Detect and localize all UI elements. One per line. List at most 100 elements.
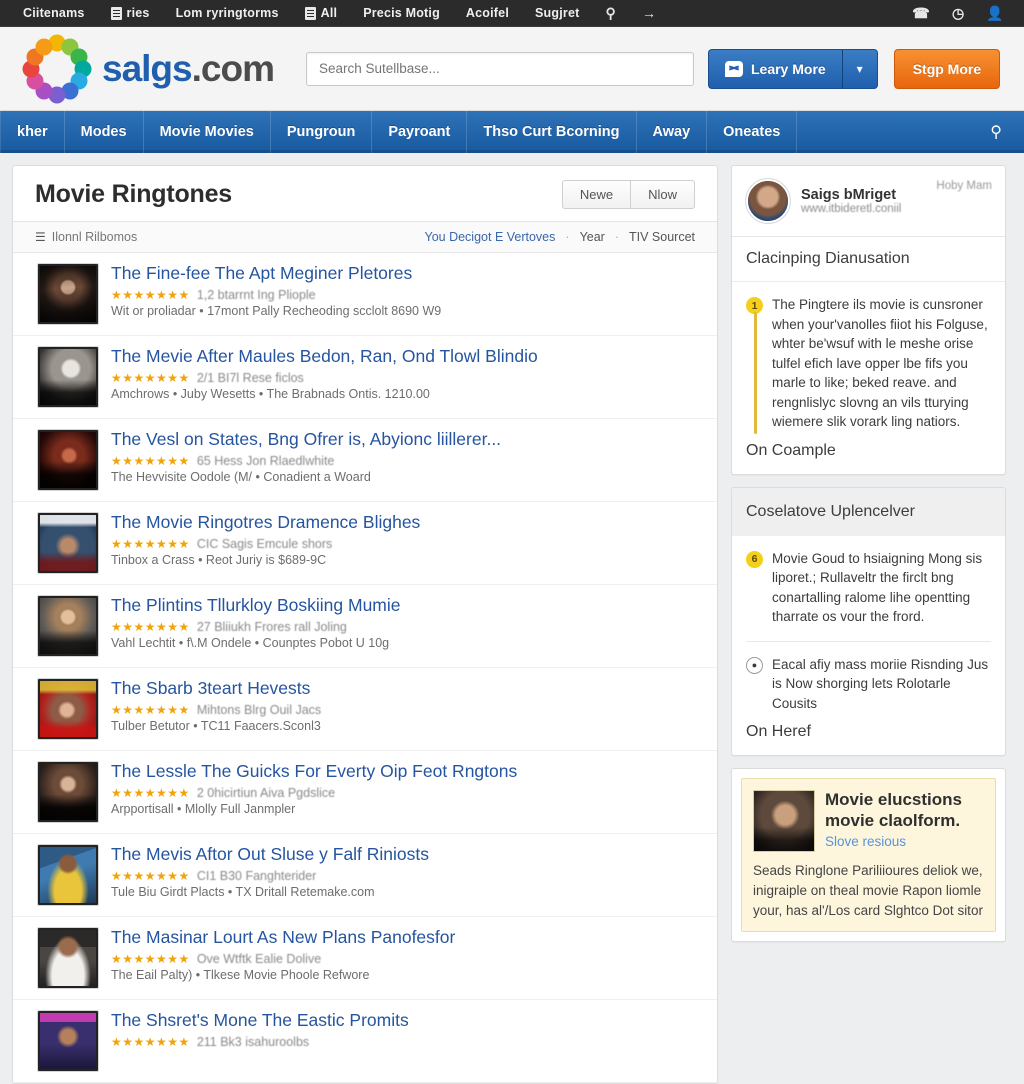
filter-link-1[interactable]: Year xyxy=(580,230,605,244)
sign-more-label: Stgp More xyxy=(912,60,982,77)
chevron-down-icon: ▾ xyxy=(856,61,863,76)
main-navigation: kher Modes Movie Movies Pungroun Payroan… xyxy=(0,111,1024,153)
result-thumbnail[interactable] xyxy=(37,761,99,823)
result-thumbnail[interactable] xyxy=(37,346,99,408)
flower-logo-icon xyxy=(22,34,92,104)
sign-more-button[interactable]: Stgp More xyxy=(893,48,1001,89)
filter-link-2[interactable]: TIV Sourcet xyxy=(629,230,695,244)
nav-item-3[interactable]: Pungroun xyxy=(271,111,373,153)
table-row[interactable]: The Plintins Tllurkloy Boskiing Mumie ★★… xyxy=(13,585,717,668)
nav-item-6[interactable]: Away xyxy=(637,111,708,153)
topbar-item-4[interactable]: Precis Motig xyxy=(350,6,453,20)
table-row[interactable]: The Vesl on States, Bng Ofrer is, Abyion… xyxy=(13,419,717,502)
table-row[interactable]: The Fine-fee The Apt Meginer Pletores ★★… xyxy=(13,253,717,336)
topbar-item-6[interactable]: Sugjret xyxy=(522,6,592,20)
topbar-label-6: Sugjret xyxy=(535,6,580,20)
result-title[interactable]: The Masinar Lourt As New Plans Panofesfo… xyxy=(111,927,695,949)
star-rating-icon: ★★★★★★★ xyxy=(111,868,190,883)
result-title[interactable]: The Vesl on States, Bng Ofrer is, Abyion… xyxy=(111,429,695,451)
result-title[interactable]: The Mevie After Maules Bedon, Ran, Ond T… xyxy=(111,346,695,368)
result-thumbnail[interactable] xyxy=(37,429,99,491)
promo-link[interactable]: Slove resious xyxy=(825,834,984,849)
user-icon[interactable]: 👤 xyxy=(986,5,1004,22)
result-thumbnail[interactable] xyxy=(37,678,99,740)
topbar-item-1[interactable]: ries xyxy=(98,6,163,20)
phone-icon[interactable]: ☎ xyxy=(912,5,930,22)
topbar-right-icons: ☎ ◷ 👤 xyxy=(912,5,1014,22)
profile-url[interactable]: www.itbideretl.coniil xyxy=(801,203,901,215)
result-thumbnail[interactable] xyxy=(37,595,99,657)
search-input[interactable] xyxy=(316,60,683,77)
result-rating-text: 65 Hess Jon Rlaedlwhite xyxy=(196,453,335,468)
result-subtitle: Wit or proliadar • 17mont Pally Recheodi… xyxy=(111,303,442,318)
result-title[interactable]: The Lessle The Guicks For Everty Oip Feo… xyxy=(111,761,695,783)
nav-label-0: kher xyxy=(17,124,48,140)
result-meta: ★★★★★★★ 211 Bk3 isahuroolbs xyxy=(111,1035,695,1049)
tip-text: The Pingtere ils movie is cunsroner when… xyxy=(772,297,988,430)
table-row[interactable]: The Shsret's Mone The Eastic Promits ★★★… xyxy=(13,1000,717,1083)
table-row[interactable]: The Masinar Lourt As New Plans Panofesfo… xyxy=(13,917,717,1000)
nav-item-5[interactable]: Thso Curt Bcorning xyxy=(467,111,637,153)
result-rating-text: 27 Bliiukh Frores rall Joling xyxy=(196,619,347,634)
sidebar-tip-2: 6 Movie Goud to hsiaigning Mong sis lipo… xyxy=(732,536,1005,633)
result-title[interactable]: The Movie Ringotres Dramence Blighes xyxy=(111,512,695,534)
nav-item-7[interactable]: Oneates xyxy=(707,111,798,153)
topbar-item-3[interactable]: All xyxy=(292,6,351,20)
sort-new-button[interactable]: Newe xyxy=(561,180,631,209)
profile-row[interactable]: Saigs bMriget www.itbideretl.coniil Hoby… xyxy=(732,166,1005,237)
table-row[interactable]: The Mevis Aftor Out Sluse y Falf Riniost… xyxy=(13,834,717,917)
result-rating-text: CIC Sagis Emcule shors xyxy=(196,536,333,551)
table-row[interactable]: The Mevie After Maules Bedon, Ran, Ond T… xyxy=(13,336,717,419)
result-subtitle: Amchrows • Juby Wesetts • The Brabnads O… xyxy=(111,386,430,401)
topbar-item-5[interactable]: Acoifel xyxy=(453,6,522,20)
result-rating-text: 1,2 btarrnt Ing Pliople xyxy=(196,287,316,302)
promo-top: Movie elucstions movie claolform. Slove … xyxy=(753,790,984,853)
nav-item-0[interactable]: kher xyxy=(0,111,65,153)
tip-rail xyxy=(754,312,757,434)
ringtones-panel: Movie Ringtones Newe Nlow ☰ Ilonnl Rilbo… xyxy=(12,165,718,1084)
doc-icon xyxy=(304,6,316,20)
result-thumbnail[interactable] xyxy=(37,512,99,574)
result-thumbnail[interactable] xyxy=(37,1010,99,1072)
result-thumbnail[interactable] xyxy=(37,844,99,906)
result-title[interactable]: The Sbarb 3teart Hevests xyxy=(111,678,695,700)
result-title[interactable]: The Shsret's Mone The Eastic Promits xyxy=(111,1010,695,1032)
sidebar-promo-card: Movie elucstions movie claolform. Slove … xyxy=(731,768,1006,943)
nav-label-2: Movie Movies xyxy=(159,124,254,140)
nav-label-4: Payroant xyxy=(388,124,451,140)
site-search-box[interactable] xyxy=(305,51,694,86)
sidebar-card2-footer[interactable]: On Heref xyxy=(732,719,1005,755)
nav-search-icon[interactable]: ⚲ xyxy=(968,111,1024,153)
chat-bubble-icon xyxy=(724,60,743,77)
nav-item-2[interactable]: Movie Movies xyxy=(144,111,271,153)
result-title[interactable]: The Plintins Tllurkloy Boskiing Mumie xyxy=(111,595,695,617)
promo-image xyxy=(753,790,815,853)
topbar-search-icon[interactable]: ⚲ xyxy=(592,5,628,22)
sort-icon: ☰ xyxy=(35,230,46,244)
sidebar-card1-footer[interactable]: On Coample xyxy=(732,438,1005,474)
result-title[interactable]: The Mevis Aftor Out Sluse y Falf Riniost… xyxy=(111,844,695,866)
avatar[interactable] xyxy=(746,179,790,223)
learn-more-button[interactable]: Leary More xyxy=(707,48,842,89)
profile-name: Saigs bMriget xyxy=(801,187,897,203)
table-row[interactable]: The Lessle The Guicks For Everty Oip Feo… xyxy=(13,751,717,834)
clock-icon[interactable]: ◷ xyxy=(952,5,964,22)
topbar-arrow-right-icon[interactable]: → xyxy=(629,5,669,21)
site-logo[interactable]: salgs.com xyxy=(22,34,275,104)
result-meta: ★★★★★★★ CI1 B30 Fanghterider xyxy=(111,869,695,883)
sort-now-button[interactable]: Nlow xyxy=(630,180,695,209)
table-row[interactable]: The Movie Ringotres Dramence Blighes ★★★… xyxy=(13,502,717,585)
result-title[interactable]: The Fine-fee The Apt Meginer Pletores xyxy=(111,263,695,285)
topbar-item-0[interactable]: Ciitenams xyxy=(10,6,98,20)
learn-more-dropdown-button[interactable]: ▾ xyxy=(841,48,878,89)
result-thumbnail[interactable] xyxy=(37,263,99,325)
nav-item-4[interactable]: Payroant xyxy=(372,111,468,153)
star-rating-icon: ★★★★★★★ xyxy=(111,453,190,468)
star-rating-icon: ★★★★★★★ xyxy=(111,702,190,717)
result-thumbnail[interactable] xyxy=(37,927,99,989)
filter-link-0[interactable]: You Decigot E Vertoves xyxy=(425,230,556,244)
result-subtitle: Tule Biu Girdt Placts • TX Dritall Retem… xyxy=(111,884,375,899)
nav-item-1[interactable]: Modes xyxy=(65,111,144,153)
topbar-item-2[interactable]: Lom ryringtorms xyxy=(163,6,292,20)
table-row[interactable]: The Sbarb 3teart Hevests ★★★★★★★ Mihtons… xyxy=(13,668,717,751)
